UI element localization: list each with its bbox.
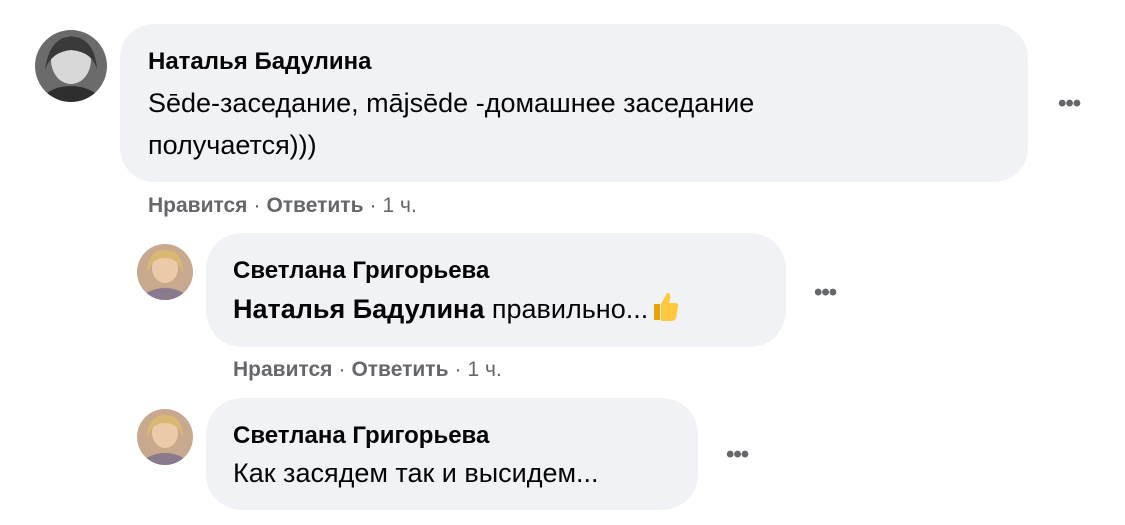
comment-actions: Нравится · Ответить · 1 ч. — [148, 194, 417, 217]
like-button[interactable]: Нравится — [148, 194, 247, 217]
comment-text: Как засядем так и высидем... — [233, 458, 599, 488]
comment-author[interactable]: Светлана Григорьева — [233, 422, 489, 450]
comment-actions: Нравится · Ответить · 1 ч. — [233, 358, 502, 381]
reply-button[interactable]: Ответить — [266, 194, 363, 217]
comment-text: Sēde-заседание, mājsēde -домашнее заседа… — [148, 82, 1008, 166]
reply-button[interactable]: Ответить — [351, 358, 448, 381]
comment-text: Наталья Бадулина правильно... — [233, 288, 680, 334]
avatar[interactable] — [137, 244, 193, 300]
comment-author[interactable]: Светлана Григорьева — [233, 257, 489, 285]
comment-text-line: получается))) — [148, 130, 317, 160]
more-options-icon[interactable]: ••• — [726, 441, 749, 469]
avatar[interactable] — [35, 30, 107, 102]
more-options-icon[interactable]: ••• — [1058, 90, 1081, 118]
like-button[interactable]: Нравится — [233, 358, 332, 381]
mention-link[interactable]: Наталья Бадулина — [233, 294, 484, 324]
avatar[interactable] — [137, 409, 193, 465]
timestamp[interactable]: 1 ч. — [467, 358, 501, 381]
comment-text-line: Sēde-заседание, mājsēde -домашнее заседа… — [148, 88, 755, 118]
thumbs-up-icon — [650, 290, 680, 334]
comment-text-content: правильно... — [484, 294, 649, 324]
timestamp[interactable]: 1 ч. — [382, 194, 416, 217]
more-options-icon[interactable]: ••• — [814, 279, 837, 307]
comment-author[interactable]: Наталья Бадулина — [148, 48, 371, 76]
